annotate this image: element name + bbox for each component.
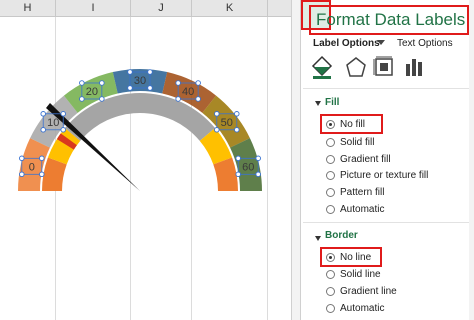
border-option-label: Automatic (340, 302, 385, 314)
pane-title: Format Data Labels (316, 10, 466, 29)
border-option-label: Solid line (340, 268, 381, 280)
border-option-label: No line (340, 251, 372, 263)
selection-handle (214, 127, 220, 133)
gauge-label[interactable]: 10 (47, 117, 59, 129)
radio-no-fill[interactable] (326, 119, 335, 129)
radio-no-line[interactable] (326, 252, 335, 262)
fill-option-label: Pattern fill (340, 186, 385, 198)
divider (303, 88, 472, 89)
column-header-i[interactable]: I (56, 0, 131, 17)
selection-handle (40, 127, 46, 133)
selection-handle (235, 155, 241, 162)
radio-solid-line[interactable] (326, 269, 335, 279)
fill-option-pattern[interactable]: Pattern fill (326, 185, 384, 199)
selection-handle (79, 80, 85, 86)
fill-option-label: Picture or texture fill (340, 169, 429, 181)
collapse-fill-icon[interactable] (315, 101, 321, 106)
pane-splitter[interactable] (291, 0, 301, 320)
selection-handle (235, 171, 241, 178)
worksheet[interactable]: H I J K 0 10 20 30 40 50 60 (0, 0, 291, 320)
radio-picture-fill[interactable] (326, 170, 335, 180)
column-header-h[interactable]: H (0, 0, 56, 17)
gauge-chart[interactable]: 0 10 20 30 40 50 60 (0, 17, 291, 320)
gauge-label[interactable]: 40 (182, 86, 194, 98)
selection-handle (19, 171, 25, 178)
selection-handle (147, 69, 153, 75)
tab-label-options[interactable]: Label Options (313, 38, 380, 49)
pane-title-box: Format Data Labels (309, 5, 469, 35)
fill-option-label: No fill (340, 118, 366, 130)
radio-gradient-line[interactable] (326, 286, 335, 296)
border-option-label: Gradient line (340, 285, 397, 297)
selection-handle (255, 171, 261, 178)
selection-handle (195, 80, 201, 86)
selection-handle (255, 155, 261, 162)
fill-line-icon[interactable] (309, 54, 335, 80)
selection-handle (79, 96, 85, 102)
column-header-k[interactable]: K (192, 0, 268, 17)
selection-handle (39, 155, 45, 162)
selection-handle (40, 111, 46, 117)
column-header-row: H I J K (0, 0, 291, 17)
selection-handle (19, 155, 25, 162)
border-option-no-line[interactable]: No line (326, 250, 371, 264)
gauge-label[interactable]: 50 (221, 117, 233, 129)
effects-icon[interactable] (343, 54, 369, 80)
fill-option-gradient[interactable]: Gradient fill (326, 152, 391, 166)
format-data-labels-pane: Format Data Labels Label Options Text Op… (301, 0, 474, 320)
selection-handle (214, 111, 220, 117)
tab-text-options[interactable]: Text Options (397, 38, 453, 49)
selection-handle (99, 80, 105, 86)
border-option-gradient[interactable]: Gradient line (326, 284, 397, 298)
radio-gradient-fill[interactable] (326, 154, 335, 164)
fill-section-heading[interactable]: Fill (325, 97, 339, 108)
border-section-heading[interactable]: Border (325, 230, 358, 241)
gauge-label[interactable]: 20 (86, 86, 98, 98)
pane-scrollbar[interactable] (469, 0, 474, 320)
radio-solid-fill[interactable] (326, 137, 335, 147)
border-option-automatic[interactable]: Automatic (326, 301, 384, 315)
selection-handle (60, 127, 66, 133)
selection-handle (234, 111, 240, 117)
fill-option-solid[interactable]: Solid fill (326, 135, 374, 149)
fill-option-picture[interactable]: Picture or texture fill (326, 168, 428, 182)
column-header-j[interactable]: J (131, 0, 192, 17)
selection-handle (234, 127, 240, 133)
fill-option-no-fill[interactable]: No fill (326, 117, 365, 131)
divider (303, 222, 472, 223)
radio-automatic-fill[interactable] (326, 204, 335, 214)
selection-handle (60, 111, 66, 117)
selection-handle (127, 85, 133, 91)
gauge-label[interactable]: 30 (134, 75, 146, 87)
selection-handle (147, 85, 153, 91)
selection-handle (195, 96, 201, 102)
gauge-label[interactable]: 60 (242, 161, 254, 173)
border-option-solid[interactable]: Solid line (326, 267, 381, 281)
selection-handle (39, 171, 45, 178)
chevron-down-icon[interactable] (377, 40, 385, 45)
fill-option-label: Gradient fill (340, 153, 391, 165)
radio-pattern-fill[interactable] (326, 187, 335, 197)
selection-handle (175, 96, 181, 102)
fill-option-automatic[interactable]: Automatic (326, 202, 384, 216)
selection-handle (99, 96, 105, 102)
fill-option-label: Automatic (340, 203, 385, 215)
gauge-label[interactable]: 0 (29, 161, 35, 173)
collapse-border-icon[interactable] (315, 236, 321, 241)
fill-option-label: Solid fill (340, 136, 375, 148)
selection-handle (127, 69, 133, 75)
radio-automatic-line[interactable] (326, 303, 335, 313)
size-properties-icon[interactable] (371, 54, 397, 80)
label-options-icon[interactable] (401, 54, 427, 80)
selection-handle (175, 80, 181, 86)
